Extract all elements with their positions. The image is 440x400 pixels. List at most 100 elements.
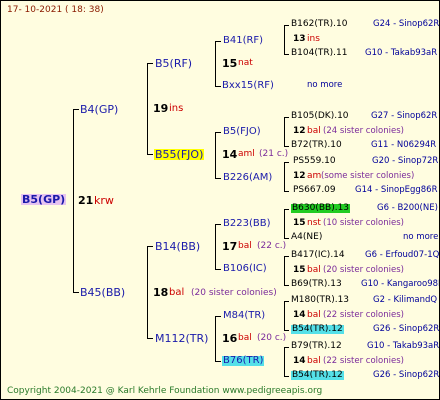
queen-b4-number: 19 (153, 102, 169, 115)
gen4-name[interactable]: B105(DK).10 (291, 112, 349, 121)
gen4-note: (22 sister colonies) (323, 356, 404, 366)
queen-b45-number: 18 (153, 286, 169, 299)
queen-b226[interactable]: B226(AM) (223, 173, 272, 183)
connector (147, 154, 153, 155)
connector (215, 41, 221, 42)
connector (215, 86, 221, 87)
connector (284, 25, 289, 26)
queen-m112-note: (20 c.) (257, 333, 287, 343)
gen4-code: G14 - SinopEgg86R (355, 185, 438, 195)
queen-b45-note: (20 sister colonies) (191, 288, 277, 298)
gen4-code: G24 - Sinop62R (373, 19, 440, 29)
gen4-name[interactable]: B69(TR).13 (291, 280, 342, 289)
connector (215, 269, 221, 270)
connector (284, 146, 289, 147)
connector (215, 316, 216, 362)
gen4-suffix: bal (307, 265, 321, 275)
gen4-code: no more (307, 80, 343, 90)
gen4-number: 13 (293, 34, 306, 44)
queen-b14-number: 17 (222, 240, 238, 253)
queen-b41[interactable]: B41(RF) (223, 36, 263, 46)
gen4-name[interactable]: B630(BB).13 (291, 204, 351, 213)
connector (215, 361, 221, 362)
gen4-code: G26 - Sinop62R (373, 370, 440, 380)
gen4-number: 15 (293, 265, 306, 275)
gen4-name[interactable]: PS559.10 (293, 157, 336, 166)
gen4-name[interactable]: B72(TR).10 (291, 141, 342, 150)
queen-b14[interactable]: B14(BB) (155, 241, 200, 252)
connector (284, 347, 289, 348)
queen-b5fjo[interactable]: B5(FJO) (223, 127, 261, 137)
queen-b223[interactable]: B223(BB) (223, 219, 270, 229)
connector (284, 54, 289, 55)
connector (284, 191, 289, 192)
gen4-name[interactable]: B79(TR).12 (291, 342, 342, 351)
gen4-code: G27 - Sinop62R (371, 111, 438, 121)
gen4-name[interactable]: A4(NE) (291, 233, 322, 242)
gen4-code: G6 - Erfoud07-1Q (365, 250, 440, 260)
connector (215, 224, 216, 270)
queen-b4[interactable]: B4(GP) (80, 104, 118, 115)
gen4-note: (24 sister colonies) (323, 126, 404, 136)
connector (215, 132, 221, 133)
gen4-suffix: bal (307, 310, 321, 320)
queen-m112-number: 16 (222, 332, 238, 345)
connector (284, 285, 289, 286)
gen4-code: G10 - Takab93aR (365, 48, 438, 58)
gen4-number: 12 (293, 126, 306, 136)
pedigree-chart: 17- 10-2021 ( 18: 38) B5(GP) 21 krw B4(G… (0, 0, 440, 400)
connector (147, 63, 148, 155)
queen-b76[interactable]: B76(TR) (222, 356, 265, 366)
gen4-note: (22 sister colonies) (323, 310, 404, 320)
connector (73, 109, 74, 293)
queen-bxx15[interactable]: Bxx15(RF) (222, 81, 274, 91)
connector (284, 117, 289, 118)
queen-b106[interactable]: B106(IC) (223, 264, 267, 274)
connector (147, 246, 148, 339)
root-queen-number: 21 (78, 194, 94, 207)
root-queen-name[interactable]: B5(GP) (21, 194, 67, 205)
connector (147, 246, 153, 247)
queen-b55-suffix: aml (238, 149, 255, 159)
connector (284, 376, 289, 377)
queen-m84[interactable]: M84(TR) (223, 311, 265, 321)
gen4-name[interactable]: B54(TR).12 (291, 325, 344, 334)
copyright-footer[interactable]: Copyright 2004-2021 @ Karl Kehrle Founda… (7, 387, 322, 396)
date-stamp: 17- 10-2021 ( 18: 38) (7, 5, 104, 15)
gen4-suffix: bal (307, 356, 321, 366)
gen4-code: no more (403, 232, 439, 242)
gen4-name[interactable]: PS667.09 (293, 186, 336, 195)
gen4-name[interactable]: B417(IC).14 (291, 251, 345, 260)
queen-b55[interactable]: B55(FJO) (154, 149, 205, 160)
connector (215, 132, 216, 179)
gen4-note: (some sister colonies) (321, 171, 415, 181)
gen4-code: G6 - B200(NE) (377, 203, 438, 213)
connector (147, 338, 153, 339)
gen4-code: G26 - Sinop62R (373, 324, 440, 334)
gen4-suffix: ins (307, 34, 320, 44)
connector (284, 301, 285, 331)
gen4-suffix: am (307, 171, 322, 181)
connector (73, 292, 79, 293)
gen4-number: 14 (293, 356, 306, 366)
connector (284, 238, 289, 239)
connector (284, 162, 289, 163)
queen-m112[interactable]: M112(TR) (155, 333, 208, 344)
queen-b5rf[interactable]: B5(RF) (155, 58, 192, 69)
connector (284, 117, 285, 147)
gen4-name[interactable]: B54(TR).12 (291, 371, 344, 380)
gen4-name[interactable]: B162(TR).10 (291, 20, 347, 29)
connector (215, 224, 221, 225)
gen4-suffix: nst (307, 218, 321, 228)
connector (215, 316, 221, 317)
gen4-name[interactable]: B104(TR).11 (291, 49, 347, 58)
gen4-name[interactable]: M180(TR).13 (291, 296, 349, 305)
root-queen-suffix: krw (94, 194, 114, 207)
connector (284, 301, 289, 302)
connector (215, 178, 221, 179)
connector (147, 63, 153, 64)
gen4-note: (10 sister colonies) (323, 218, 404, 228)
connector (284, 330, 289, 331)
queen-b45[interactable]: B45(BB) (80, 287, 125, 298)
gen4-number: 12 (293, 171, 306, 181)
